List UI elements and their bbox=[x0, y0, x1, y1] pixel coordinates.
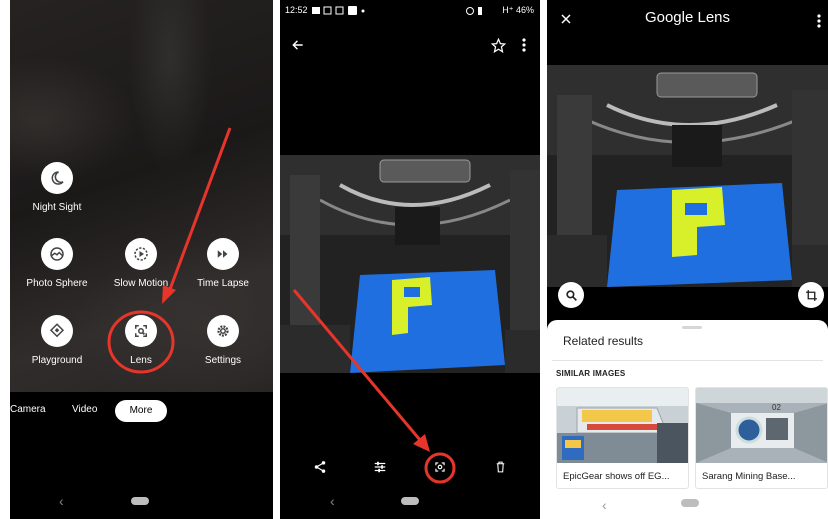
playground-icon bbox=[41, 315, 73, 347]
slow-motion-icon bbox=[125, 238, 157, 270]
photo-viewer-screen: 12:52 H⁺ 46% ‹ bbox=[280, 0, 540, 519]
tab-video[interactable]: Video bbox=[72, 404, 97, 415]
result-caption: EpicGear shows off EG... bbox=[563, 471, 670, 482]
back-nav-icon[interactable]: ‹ bbox=[59, 493, 64, 509]
photo-3d-printer bbox=[280, 155, 540, 373]
alarm-vibrate-icons bbox=[466, 7, 482, 15]
related-results-title: Related results bbox=[563, 334, 644, 348]
lens-icon bbox=[125, 315, 157, 347]
mode-time-lapse[interactable]: Time Lapse bbox=[178, 238, 268, 289]
camera-more-modes-screen: Night Sight Photo Sphere Slow Motion Tim… bbox=[10, 0, 273, 519]
lens-title: Google Lens bbox=[644, 9, 731, 26]
mode-label: Playground bbox=[31, 355, 83, 366]
similar-images-label: SIMILAR IMAGES bbox=[556, 369, 626, 378]
home-nav-icon[interactable] bbox=[401, 497, 419, 505]
mode-label: Night Sight bbox=[32, 202, 82, 213]
mode-playground[interactable]: Playground bbox=[12, 315, 102, 366]
back-arrow-icon[interactable] bbox=[288, 35, 308, 55]
status-signal-battery: H⁺ 46% bbox=[502, 5, 534, 15]
photo-action-bar bbox=[280, 450, 540, 484]
delete-icon[interactable] bbox=[491, 458, 509, 476]
mode-label: Photo Sphere bbox=[26, 278, 88, 289]
result-thumbnail bbox=[557, 388, 688, 463]
star-icon[interactable] bbox=[488, 35, 508, 55]
settings-icon bbox=[207, 315, 239, 347]
search-icon[interactable] bbox=[558, 282, 584, 308]
result-thumbnail: 02 bbox=[696, 388, 827, 463]
mode-slow-motion[interactable]: Slow Motion bbox=[96, 238, 186, 289]
back-nav-icon[interactable]: ‹ bbox=[330, 493, 335, 509]
mode-settings[interactable]: Settings bbox=[178, 315, 268, 366]
lens-icon[interactable] bbox=[431, 458, 449, 476]
screenshot-collage: Night Sight Photo Sphere Slow Motion Tim… bbox=[0, 0, 828, 519]
mode-label: Settings bbox=[204, 355, 242, 366]
related-results-sheet[interactable]: Related results SIMILAR IMAGES EpicGear … bbox=[547, 320, 828, 519]
system-nav-bar: ‹ bbox=[547, 489, 828, 519]
tab-camera[interactable]: Camera bbox=[10, 404, 46, 415]
mode-label: Slow Motion bbox=[113, 278, 169, 289]
mode-night-sight[interactable]: Night Sight bbox=[12, 162, 102, 213]
edit-icon[interactable] bbox=[371, 458, 389, 476]
moon-icon bbox=[41, 162, 73, 194]
more-vert-icon[interactable] bbox=[516, 35, 532, 55]
home-nav-icon[interactable] bbox=[681, 499, 699, 507]
status-time: 12:52 bbox=[285, 5, 308, 15]
lens-analyzed-photo bbox=[547, 65, 828, 287]
home-nav-icon[interactable] bbox=[131, 497, 149, 505]
system-nav-bar: ‹ bbox=[10, 485, 273, 519]
google-lens-screen: Google Lens Related results SIMILAR IMAG… bbox=[547, 0, 828, 519]
system-nav-bar: ‹ bbox=[280, 485, 540, 519]
result-card[interactable]: EpicGear shows off EG... bbox=[556, 387, 689, 489]
more-vert-icon[interactable] bbox=[813, 12, 825, 30]
mode-label: Time Lapse bbox=[197, 278, 249, 289]
tab-more[interactable]: More bbox=[115, 400, 167, 422]
notification-icons bbox=[312, 6, 365, 15]
share-icon[interactable] bbox=[311, 458, 329, 476]
mode-label: Lens bbox=[130, 355, 152, 366]
mode-lens[interactable]: Lens bbox=[96, 315, 186, 366]
back-nav-icon[interactable]: ‹ bbox=[602, 497, 607, 513]
time-lapse-icon bbox=[207, 238, 239, 270]
svg-text:02: 02 bbox=[772, 403, 781, 412]
crop-icon[interactable] bbox=[798, 282, 824, 308]
result-caption: Sarang Mining Base... bbox=[702, 471, 796, 482]
status-bar: 12:52 H⁺ 46% bbox=[280, 0, 540, 22]
mode-photo-sphere[interactable]: Photo Sphere bbox=[12, 238, 102, 289]
camera-mode-tabs: Camera Video More bbox=[10, 400, 273, 424]
sheet-handle[interactable] bbox=[682, 326, 702, 329]
photo-sphere-icon bbox=[41, 238, 73, 270]
result-card[interactable]: 02 Sarang Mining Base... bbox=[695, 387, 828, 489]
